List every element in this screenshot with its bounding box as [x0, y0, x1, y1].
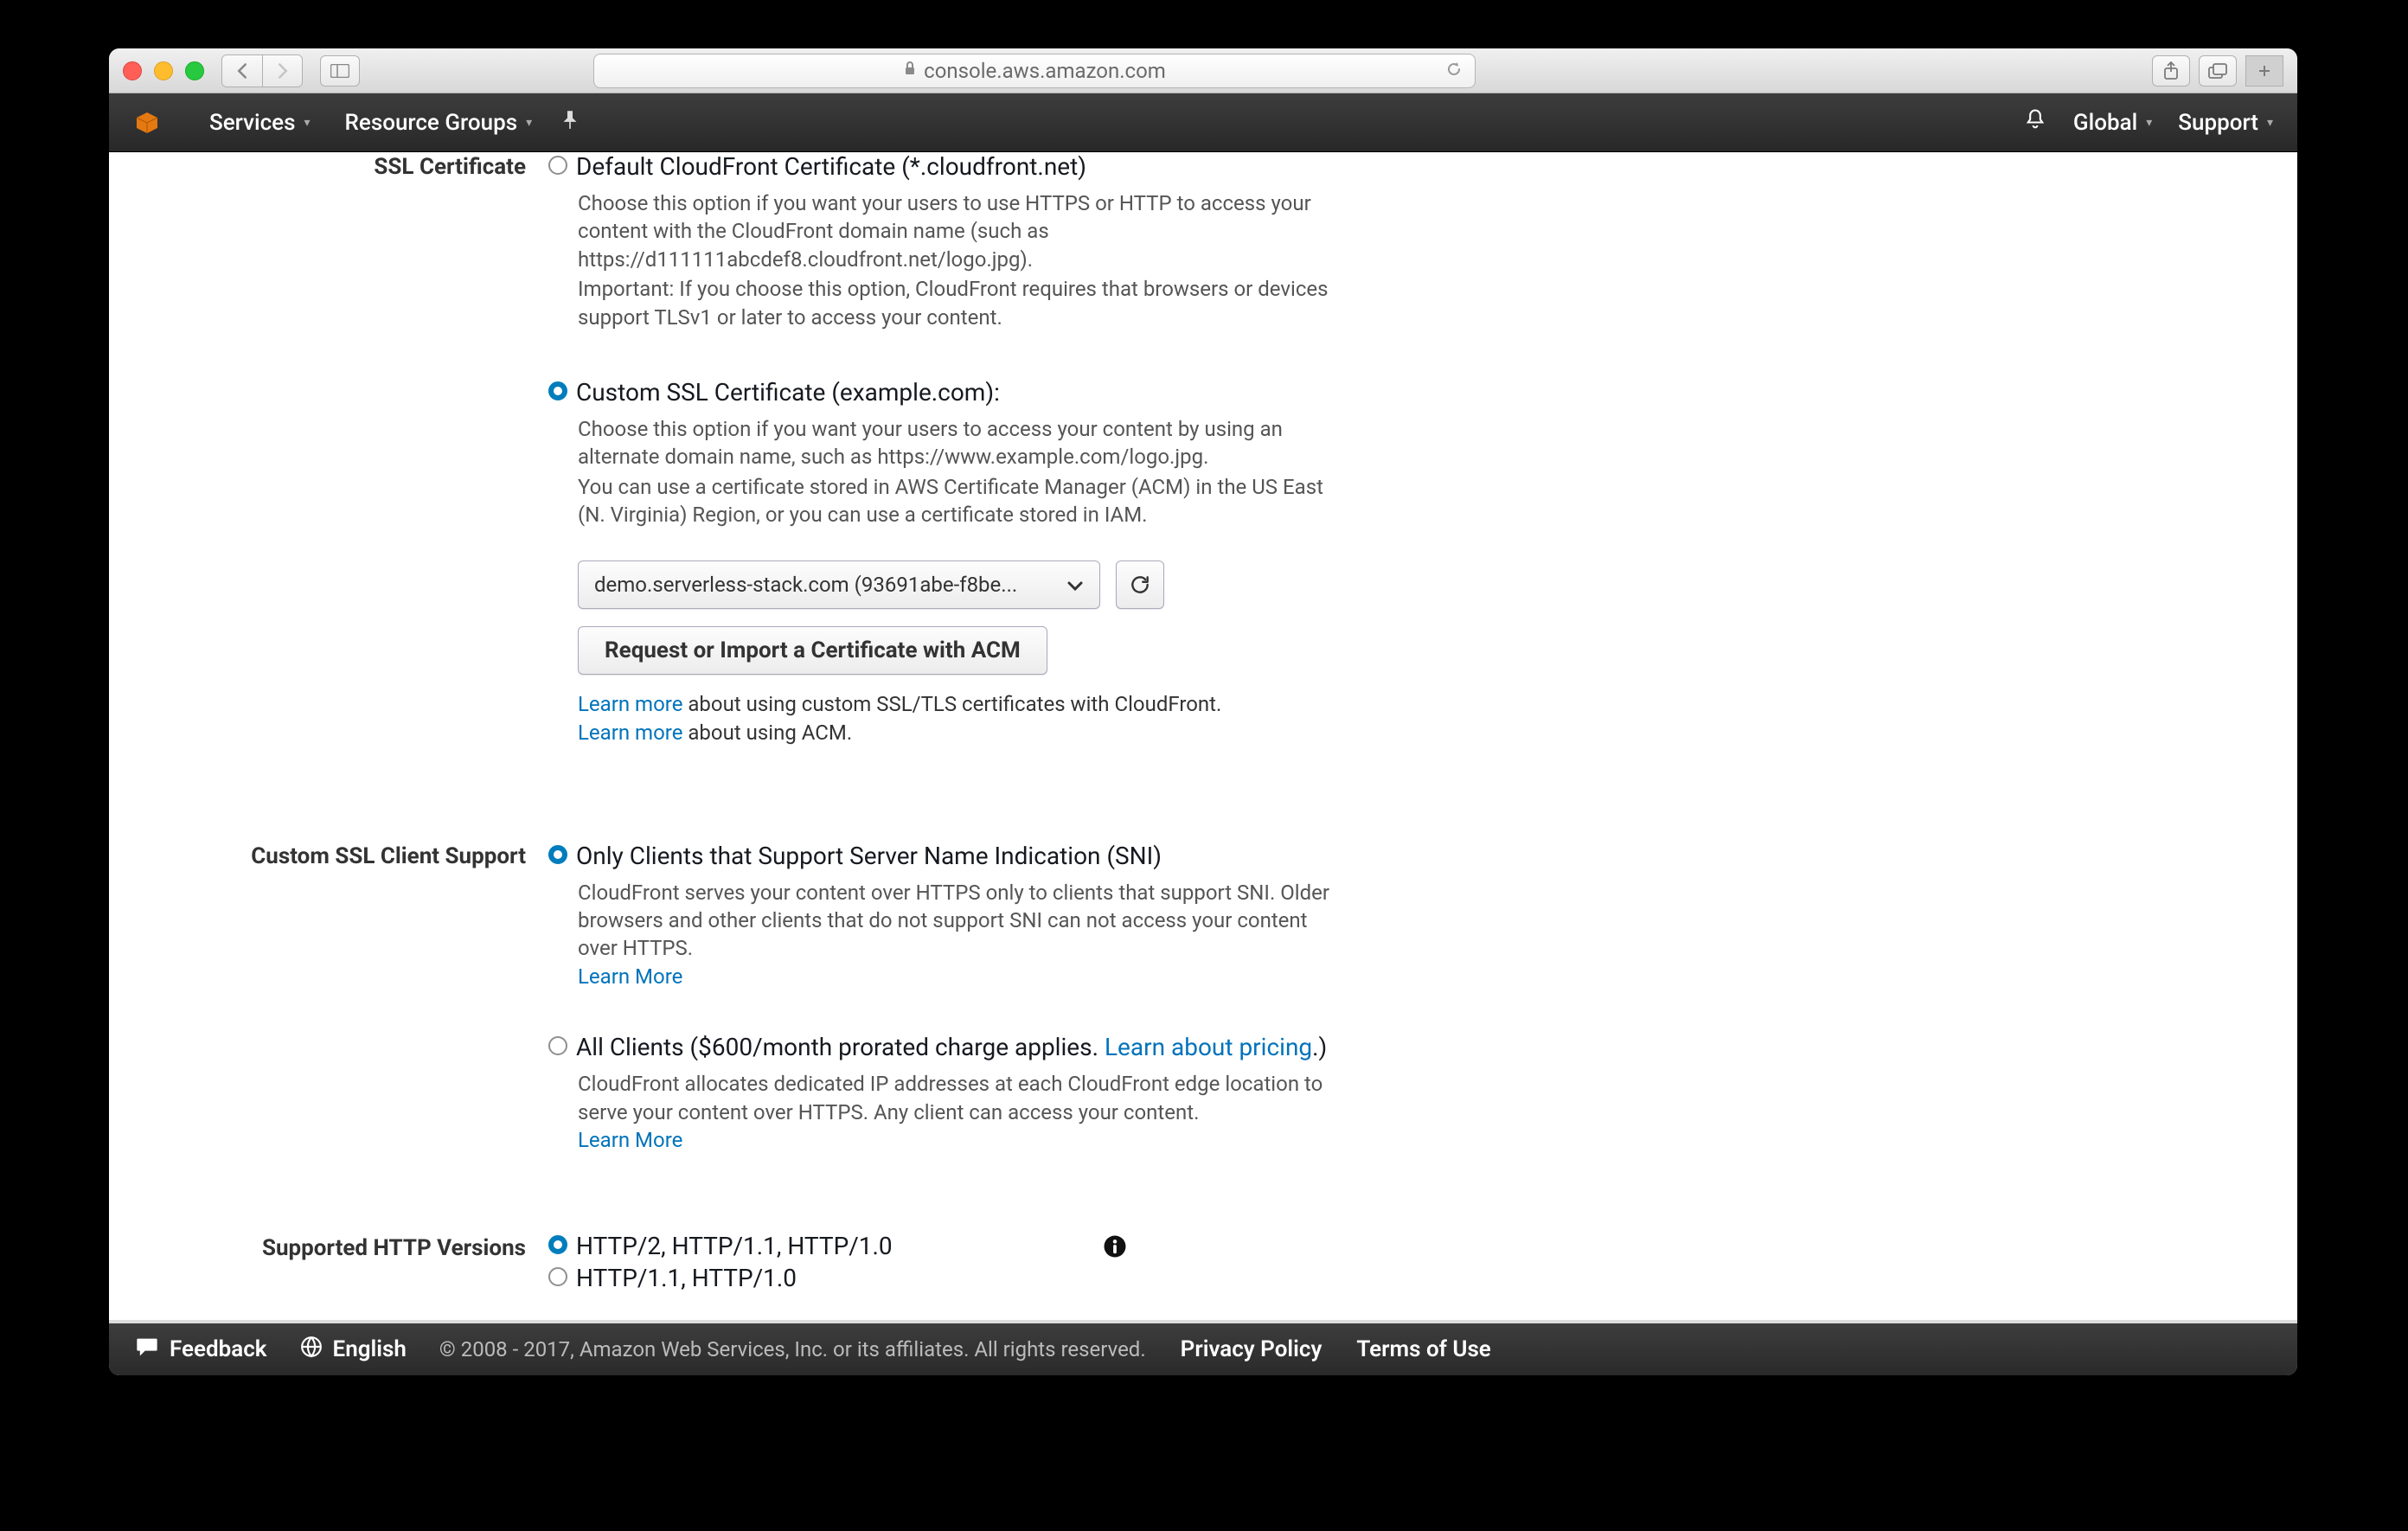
- cert-dropdown-value: demo.serverless-stack.com (93691abe-f8be…: [594, 573, 1017, 597]
- learn-more-acm: Learn more about using ACM.: [578, 719, 1344, 748]
- learn-more-ssl: Learn more about using custom SSL/TLS ce…: [578, 690, 1344, 720]
- radio-http11-label: HTTP/1.1, HTTP/1.0: [576, 1264, 797, 1292]
- language-selector[interactable]: English: [300, 1336, 407, 1364]
- aws-content[interactable]: SSL Certificate Default CloudFront Certi…: [109, 152, 2297, 1320]
- refresh-cert-button[interactable]: [1116, 561, 1164, 609]
- radio-all-clients[interactable]: All Clients ($600/month prorated charge …: [548, 1033, 1344, 1061]
- row-ssl-certificate: SSL Certificate Default CloudFront Certi…: [109, 152, 2297, 748]
- help-all-clients: CloudFront allocates dedicated IP addres…: [578, 1070, 1344, 1126]
- chevron-down-icon: ▾: [304, 116, 311, 130]
- nav-services[interactable]: Services ▾: [192, 110, 328, 136]
- radio-custom-cert-label: Custom SSL Certificate (example.com):: [576, 378, 1000, 407]
- chevron-down-icon: ▾: [2267, 116, 2273, 130]
- learn-more-acm-text: about using ACM.: [682, 721, 852, 745]
- aws-top-nav: Services ▾ Resource Groups ▾ Global ▾ Su…: [109, 93, 2297, 152]
- safari-window: console.aws.amazon.com Services ▾: [109, 48, 2297, 1375]
- radio-icon: [548, 845, 567, 864]
- window-controls: [123, 61, 204, 80]
- label-ssl-certificate: SSL Certificate: [109, 152, 548, 748]
- learn-more-sni: Learn More: [578, 963, 1344, 992]
- minimize-window-button[interactable]: [154, 61, 173, 80]
- feedback-label: Feedback: [170, 1336, 267, 1362]
- label-http-versions: Supported HTTP Versions: [109, 1232, 548, 1292]
- feedback-link[interactable]: Feedback: [135, 1336, 267, 1364]
- language-label: English: [333, 1336, 407, 1362]
- share-button[interactable]: [2152, 55, 2190, 86]
- footer-left: Feedback English © 2008 - 2017, Amazon W…: [135, 1336, 1491, 1364]
- nav-services-label: Services: [209, 110, 296, 136]
- new-tab-button[interactable]: [2245, 55, 2283, 86]
- help-custom-cert-2: You can use a certificate stored in AWS …: [578, 473, 1344, 529]
- chevron-down-icon: [1066, 573, 1084, 597]
- row-http-versions: Supported HTTP Versions HTTP/2, HTTP/1.1…: [109, 1232, 2297, 1292]
- nav-region[interactable]: Global ▾: [2073, 110, 2152, 136]
- radio-icon: [548, 156, 567, 175]
- help-default-cert-2: Important: If you choose this option, Cl…: [578, 275, 1344, 331]
- chevron-down-icon: ▾: [2146, 116, 2152, 130]
- notifications-icon[interactable]: [2023, 107, 2047, 138]
- radio-icon: [548, 381, 567, 400]
- label-ssl-client-support: Custom SSL Client Support: [109, 842, 548, 1156]
- nav-region-label: Global: [2073, 110, 2137, 136]
- chevron-down-icon: ▾: [526, 116, 532, 130]
- footer-right: © 2008 - 2017, Amazon Web Services, Inc.…: [439, 1336, 1491, 1362]
- learn-more-link[interactable]: Learn More: [578, 964, 682, 989]
- close-window-button[interactable]: [123, 61, 142, 80]
- learn-more-link[interactable]: Learn more: [578, 692, 682, 716]
- nav-button-group: [221, 54, 303, 87]
- cert-dropdown[interactable]: demo.serverless-stack.com (93691abe-f8be…: [578, 561, 1100, 609]
- radio-all-clients-label: All Clients ($600/month prorated charge …: [576, 1033, 1327, 1061]
- pin-icon[interactable]: [561, 111, 579, 134]
- refresh-icon: [1129, 573, 1151, 596]
- privacy-policy-link[interactable]: Privacy Policy: [1181, 1336, 1322, 1362]
- radio-default-cert-label: Default CloudFront Certificate (*.cloudf…: [576, 152, 1086, 181]
- fullscreen-window-button[interactable]: [185, 61, 204, 80]
- info-icon[interactable]: [1102, 1233, 1128, 1265]
- forward-button[interactable]: [262, 55, 302, 86]
- nav-resource-groups-label: Resource Groups: [345, 110, 518, 136]
- nav-right: Global ▾ Support ▾: [2023, 107, 2273, 138]
- radio-sni-only-label: Only Clients that Support Server Name In…: [576, 842, 1162, 870]
- learn-more-ssl-text: about using custom SSL/TLS certificates …: [682, 692, 1221, 716]
- help-default-cert-1: Choose this option if you want your user…: [578, 189, 1344, 273]
- nav-support-label: Support: [2178, 110, 2258, 136]
- learn-more-link[interactable]: Learn More: [578, 1128, 682, 1152]
- back-button[interactable]: [222, 55, 262, 86]
- sidebar-toggle-button[interactable]: [320, 55, 360, 86]
- radio-icon: [548, 1267, 567, 1286]
- cert-select-row: demo.serverless-stack.com (93691abe-f8be…: [578, 561, 1344, 609]
- speech-bubble-icon: [135, 1336, 159, 1364]
- row-ssl-client-support: Custom SSL Client Support Only Clients t…: [109, 842, 2297, 1156]
- globe-icon: [300, 1336, 323, 1364]
- url-bar[interactable]: console.aws.amazon.com: [593, 54, 1476, 88]
- radio-default-cert[interactable]: Default CloudFront Certificate (*.cloudf…: [548, 152, 1344, 181]
- request-certificate-button[interactable]: Request or Import a Certificate with ACM: [578, 626, 1047, 675]
- radio-icon: [548, 1235, 567, 1254]
- radio-http2-label: HTTP/2, HTTP/1.1, HTTP/1.0: [576, 1232, 893, 1260]
- aws-logo-icon[interactable]: [133, 109, 161, 137]
- learn-more-link[interactable]: Learn more: [578, 721, 682, 745]
- learn-pricing-link[interactable]: Learn about pricing: [1105, 1033, 1312, 1061]
- radio-http2[interactable]: HTTP/2, HTTP/1.1, HTTP/1.0: [548, 1232, 1344, 1260]
- lock-icon: [903, 61, 917, 80]
- radio-icon: [548, 1036, 567, 1055]
- nav-support[interactable]: Support ▾: [2178, 110, 2273, 136]
- nav-resource-groups[interactable]: Resource Groups ▾: [328, 110, 550, 136]
- titlebar-right: [2152, 55, 2283, 86]
- url-text: console.aws.amazon.com: [924, 59, 1166, 83]
- radio-custom-cert[interactable]: Custom SSL Certificate (example.com):: [548, 378, 1344, 407]
- aws-footer: Feedback English © 2008 - 2017, Amazon W…: [109, 1320, 2297, 1375]
- radio-http11[interactable]: HTTP/1.1, HTTP/1.0: [548, 1264, 1344, 1292]
- reload-icon[interactable]: [1445, 59, 1463, 83]
- help-sni-only: CloudFront serves your content over HTTP…: [578, 879, 1344, 963]
- help-custom-cert-1: Choose this option if you want your user…: [578, 415, 1344, 471]
- footer-copyright: © 2008 - 2017, Amazon Web Services, Inc.…: [439, 1337, 1146, 1361]
- request-certificate-label: Request or Import a Certificate with ACM: [605, 637, 1021, 663]
- tabs-button[interactable]: [2199, 55, 2237, 86]
- learn-more-all-clients: Learn More: [578, 1126, 1344, 1156]
- browser-titlebar: console.aws.amazon.com: [109, 48, 2297, 93]
- terms-of-use-link[interactable]: Terms of Use: [1356, 1336, 1490, 1362]
- radio-sni-only[interactable]: Only Clients that Support Server Name In…: [548, 842, 1344, 870]
